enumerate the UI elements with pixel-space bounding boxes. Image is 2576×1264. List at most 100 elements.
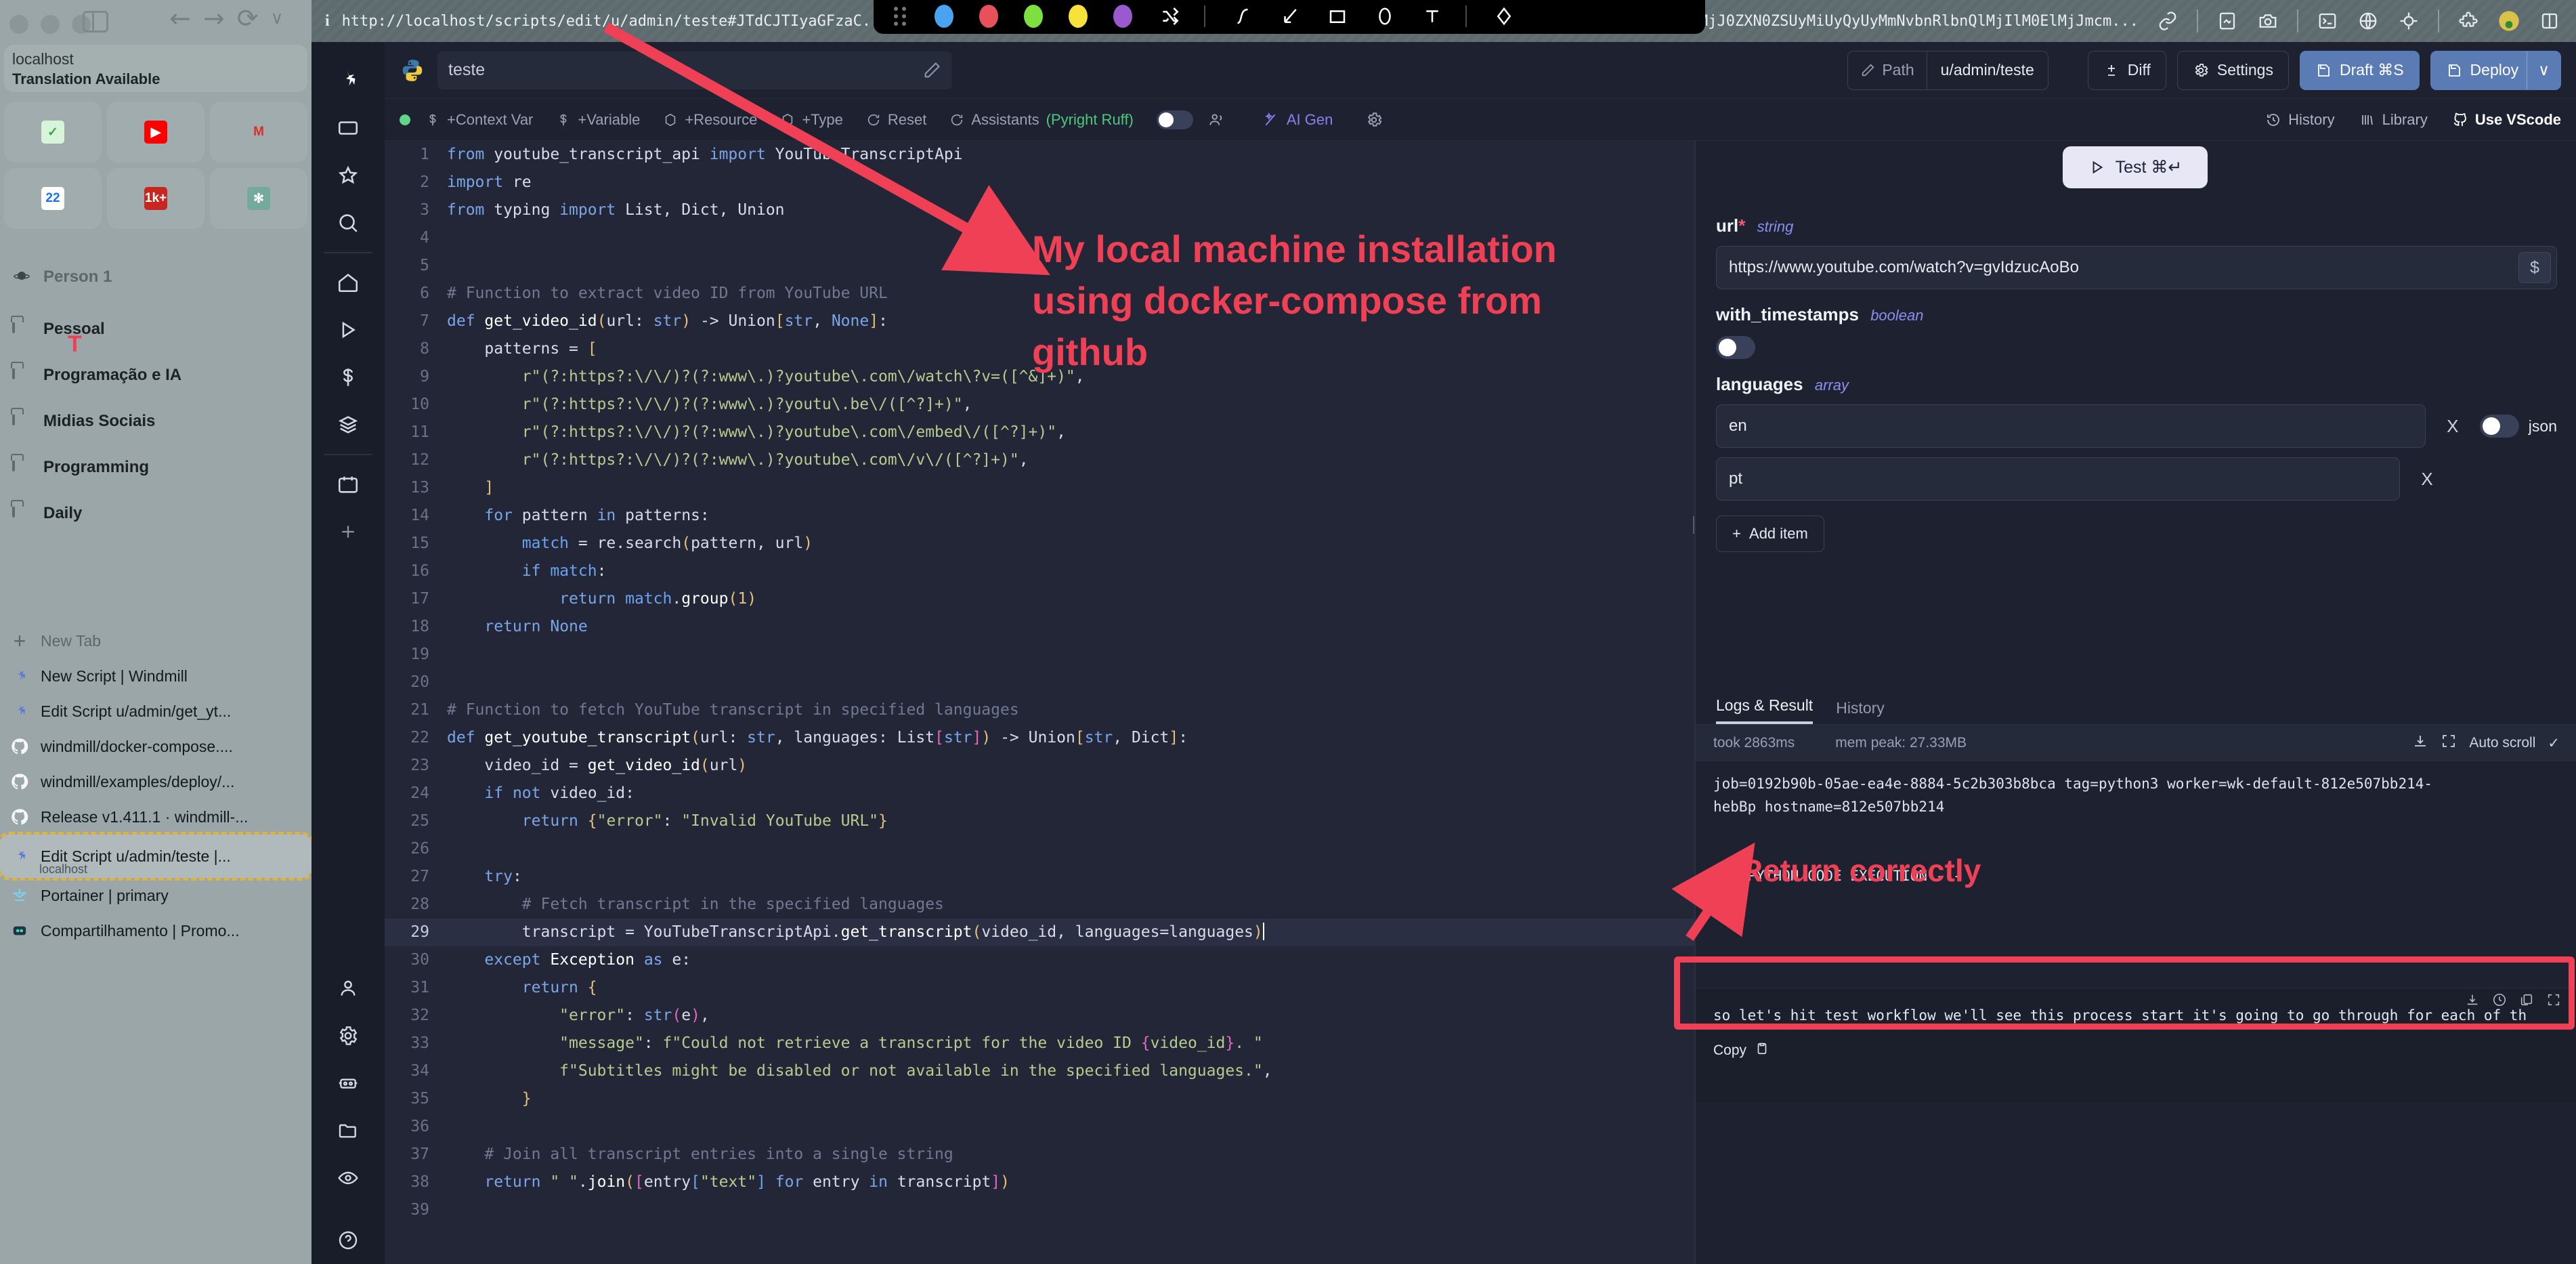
- quick-link-check[interactable]: ✓: [4, 102, 102, 163]
- windmill-logo-icon[interactable]: [312, 57, 385, 104]
- reset-button[interactable]: Reset: [866, 111, 926, 129]
- test-button[interactable]: Test ⌘↵: [2063, 146, 2208, 188]
- close-window-dot[interactable]: [9, 15, 28, 34]
- deploy-caret-icon[interactable]: ∨: [2527, 51, 2560, 89]
- url-input[interactable]: https://www.youtube.com/watch?v=gvIdzucA…: [1716, 246, 2557, 289]
- browser-tab-6[interactable]: Portainer | primary: [0, 878, 312, 913]
- diff-button[interactable]: Diff: [2087, 50, 2166, 90]
- code-line-2[interactable]: 2 import re: [385, 169, 1694, 196]
- remove-item-button[interactable]: X: [2412, 464, 2442, 494]
- copy-icon[interactable]: [2519, 992, 2534, 1011]
- quick-link-google-calendar[interactable]: 22: [4, 168, 102, 229]
- settings-icon[interactable]: [312, 1012, 385, 1059]
- browser-tab-5[interactable]: Edit Script u/admin/teste |... localhost: [0, 832, 314, 881]
- code-line-22[interactable]: 22 def get_youtube_transcript(url: str, l…: [385, 724, 1694, 752]
- code-line-38[interactable]: 38 return " ".join([entry["text"] for en…: [385, 1168, 1694, 1196]
- expand-icon[interactable]: [2546, 992, 2561, 1011]
- add-type-button[interactable]: +Type: [780, 111, 843, 129]
- color-yellow-swatch[interactable]: [1069, 5, 1088, 28]
- schedule-icon[interactable]: [312, 461, 385, 508]
- link-icon[interactable]: [2156, 9, 2179, 33]
- curve-icon[interactable]: [1232, 6, 1253, 26]
- bookmark-folder-2[interactable]: Midias Sociais: [0, 398, 312, 444]
- collab-toggle[interactable]: [1156, 110, 1193, 129]
- code-line-11[interactable]: 11 r"(?:https?:\/\/)?(?:www\.)?youtube\.…: [385, 419, 1694, 446]
- browser-tab-0[interactable]: New Script | Windmill: [0, 658, 312, 694]
- browser-tab-7[interactable]: Compartilhamento | Promo...: [0, 913, 312, 948]
- globe-icon[interactable]: [2357, 9, 2380, 33]
- code-line-34[interactable]: 34 f"Subtitles might be disabled or not …: [385, 1057, 1694, 1085]
- code-line-14[interactable]: 14 for pattern in patterns:: [385, 502, 1694, 530]
- profile-avatar-icon[interactable]: [2497, 9, 2520, 33]
- screenshot-icon[interactable]: [2256, 9, 2279, 33]
- home-icon[interactable]: [312, 259, 385, 306]
- ellipse-icon[interactable]: [1375, 6, 1395, 26]
- code-line-18[interactable]: 18 return None: [385, 613, 1694, 641]
- variable-icon[interactable]: [312, 354, 385, 401]
- chevron-down-icon[interactable]: ∨: [271, 9, 284, 27]
- languages-item-input[interactable]: pt: [1716, 457, 2400, 501]
- bookmark-folder-0[interactable]: Pessoal: [0, 306, 312, 352]
- use-vscode-button[interactable]: Use VScode: [2452, 111, 2561, 129]
- plus-icon[interactable]: [312, 508, 385, 555]
- color-green-swatch[interactable]: [1024, 5, 1043, 28]
- eraser-icon[interactable]: [1494, 6, 1514, 26]
- code-line-24[interactable]: 24 if not video_id:: [385, 780, 1694, 807]
- draft-button[interactable]: Draft ⌘S: [2299, 50, 2420, 90]
- ai-gen-button[interactable]: AI Gen: [1262, 111, 1333, 129]
- code-line-10[interactable]: 10 r"(?:https?:\/\/)?(?:www\.)?youtu\.be…: [385, 391, 1694, 419]
- code-line-16[interactable]: 16 if match:: [385, 557, 1694, 585]
- code-line-32[interactable]: 32 "error": str(e),: [385, 1002, 1694, 1030]
- quick-link-youtube[interactable]: ▶: [107, 102, 205, 163]
- deploy-button[interactable]: Deploy ∨: [2430, 50, 2561, 90]
- code-line-35[interactable]: 35 }: [385, 1085, 1694, 1113]
- quick-link-gmail[interactable]: M: [210, 102, 307, 163]
- address-bar[interactable]: http://localhost/scripts/edit/u/admin/te…: [342, 13, 889, 30]
- history-button[interactable]: History: [2265, 111, 2335, 129]
- puzzle-icon[interactable]: [2457, 9, 2480, 33]
- bookmark-folder-3[interactable]: Programming: [0, 444, 312, 490]
- window-controls[interactable]: [9, 15, 91, 34]
- search-icon[interactable]: [312, 199, 385, 247]
- arrow-icon[interactable]: [1280, 6, 1300, 26]
- target-icon[interactable]: [2397, 9, 2420, 33]
- code-line-28[interactable]: 28 # Fetch transcript in the specified l…: [385, 891, 1694, 919]
- code-line-21[interactable]: 21 # Function to fetch YouTube transcript…: [385, 696, 1694, 724]
- remove-item-button[interactable]: X: [2438, 411, 2468, 441]
- bookmark-folder-4[interactable]: Daily: [0, 490, 312, 536]
- code-line-13[interactable]: 13 ]: [385, 474, 1694, 502]
- quick-link-openai[interactable]: ✻: [210, 168, 307, 229]
- code-line-29[interactable]: 29 transcript = YouTubeTranscriptApi.get…: [385, 919, 1694, 946]
- profile-row[interactable]: Person 1: [0, 261, 312, 293]
- code-line-26[interactable]: 26: [385, 835, 1694, 863]
- reload-icon[interactable]: ⟳: [237, 5, 259, 31]
- expand-icon[interactable]: [2441, 733, 2457, 753]
- code-line-30[interactable]: 30 except Exception as e:: [385, 946, 1694, 974]
- bookmark-folder-1[interactable]: Programação e IA: [0, 352, 312, 398]
- terminal-icon[interactable]: [2316, 9, 2339, 33]
- download-icon[interactable]: [2412, 733, 2428, 753]
- assistants-button[interactable]: Assistants (Pyright Ruff): [949, 111, 1134, 129]
- bookmark-icon[interactable]: [2216, 9, 2239, 33]
- collab-icon[interactable]: [1208, 111, 1226, 129]
- code-line-27[interactable]: 27 try:: [385, 863, 1694, 891]
- code-line-39[interactable]: 39: [385, 1196, 1694, 1224]
- settings-button[interactable]: Settings: [2176, 50, 2289, 90]
- forward-icon[interactable]: →: [203, 5, 225, 31]
- new-tab-button[interactable]: + New Tab: [0, 623, 312, 658]
- gear-icon[interactable]: [1365, 111, 1383, 129]
- script-path-chip[interactable]: Path u/admin/teste: [1847, 50, 2048, 90]
- color-red-swatch[interactable]: [979, 5, 998, 28]
- languages-item-input[interactable]: en: [1716, 404, 2426, 448]
- pencil-icon[interactable]: [922, 61, 941, 85]
- info-icon[interactable]: i: [325, 12, 330, 30]
- code-line-1[interactable]: 1 from youtube_transcript_api import YouT…: [385, 141, 1694, 169]
- code-line-17[interactable]: 17 return match.group(1): [385, 585, 1694, 613]
- with-timestamps-toggle[interactable]: [1716, 336, 1755, 359]
- clock-icon[interactable]: [2492, 992, 2507, 1011]
- code-line-12[interactable]: 12 r"(?:https?:\/\/)?(?:www\.)?youtube\.…: [385, 446, 1694, 474]
- library-button[interactable]: Library: [2359, 111, 2428, 129]
- drag-handle-icon[interactable]: [894, 6, 909, 26]
- code-line-37[interactable]: 37 # Join all transcript entries into a …: [385, 1141, 1694, 1168]
- copy-result-button[interactable]: Copy: [1713, 1041, 2560, 1060]
